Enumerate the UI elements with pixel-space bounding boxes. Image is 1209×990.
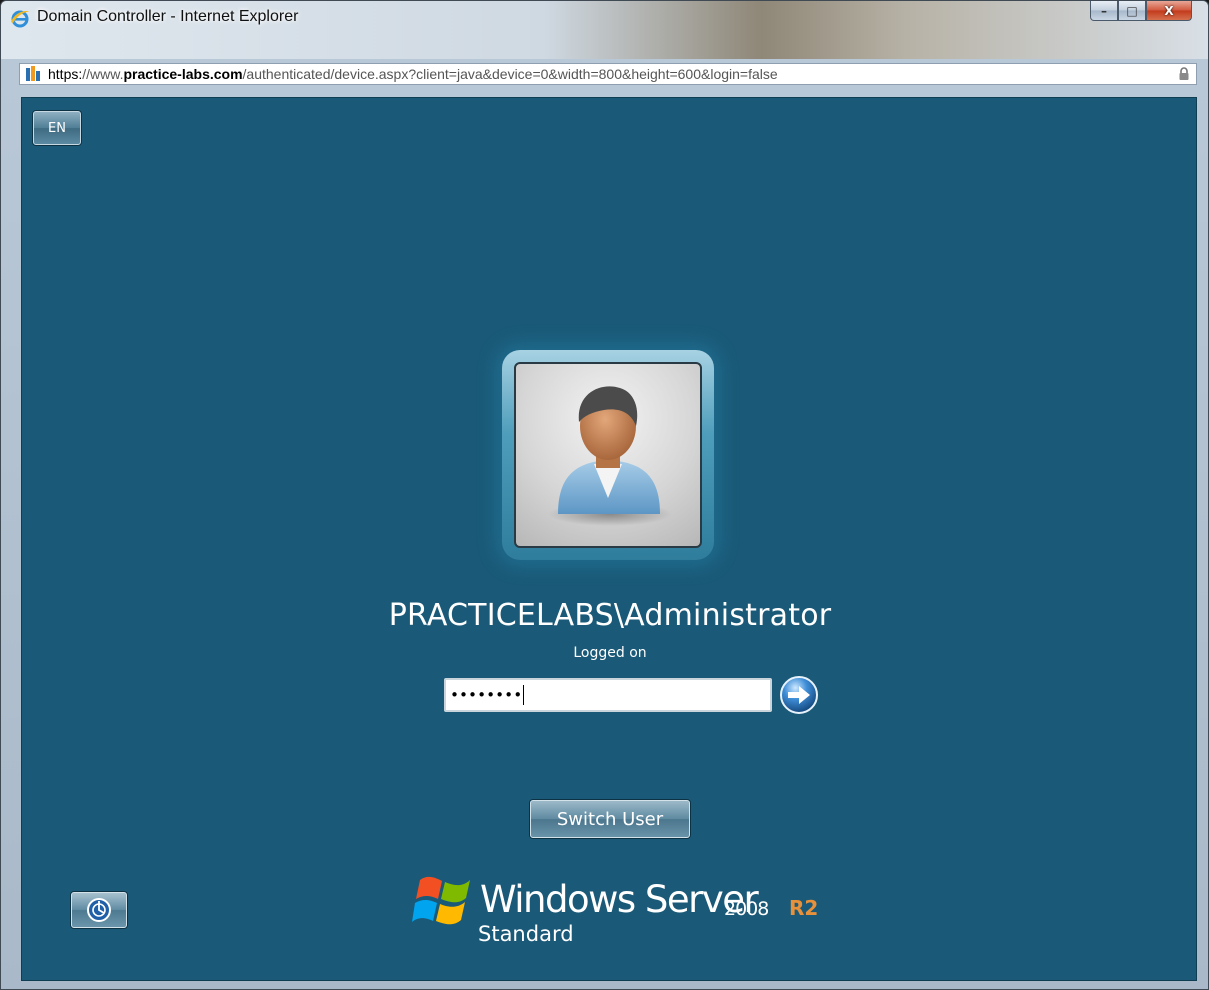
remote-desktop-login-screen: EN PRACTICELABS\Administrator Logged on …	[21, 97, 1197, 981]
ease-of-access-icon	[87, 898, 111, 922]
arrow-right-circle-icon[interactable]	[779, 675, 819, 715]
product-version: 2008	[724, 898, 769, 920]
switch-user-button[interactable]: Switch User	[530, 800, 690, 838]
windows-server-branding: Windows Server 2008 R2 Standard	[412, 870, 832, 960]
user-tile[interactable]	[502, 350, 714, 560]
user-avatar-art	[548, 386, 672, 526]
url-path: /authenticated/device.aspx?client=java&d…	[242, 66, 778, 82]
title-bar[interactable]: Domain Controller - Internet Explorer – …	[1, 1, 1208, 59]
account-status: Logged on	[573, 645, 647, 661]
language-button[interactable]: EN	[33, 111, 81, 145]
product-release: R2	[789, 896, 819, 920]
password-field[interactable]: ••••••••	[444, 678, 772, 712]
text-caret	[523, 685, 525, 705]
password-mask: ••••••••	[450, 686, 523, 704]
window-title: Domain Controller - Internet Explorer	[37, 8, 299, 25]
user-avatar-icon	[514, 362, 702, 548]
url-text: https://www.practice-labs.com/authentica…	[48, 66, 1178, 82]
address-bar[interactable]: https://www.practice-labs.com/authentica…	[19, 63, 1197, 85]
product-name: Windows Server	[480, 878, 759, 921]
url-prefix: //www.	[82, 66, 124, 82]
close-button[interactable]: X	[1146, 1, 1192, 21]
practice-labs-favicon	[26, 66, 40, 81]
lock-icon[interactable]	[1178, 67, 1190, 81]
caption-buttons: – □ X	[1090, 1, 1192, 21]
minimize-button[interactable]: –	[1090, 1, 1118, 21]
product-edition: Standard	[478, 922, 574, 946]
ease-of-access-button[interactable]	[71, 892, 127, 928]
windows-flag-icon	[412, 876, 470, 925]
url-domain: practice-labs.com	[123, 66, 243, 82]
url-scheme: https:	[48, 66, 83, 82]
maximize-button[interactable]: □	[1118, 1, 1146, 21]
browser-window: Domain Controller - Internet Explorer – …	[0, 0, 1209, 990]
internet-explorer-icon	[11, 10, 29, 28]
account-name: PRACTICELABS\Administrator	[388, 598, 832, 633]
